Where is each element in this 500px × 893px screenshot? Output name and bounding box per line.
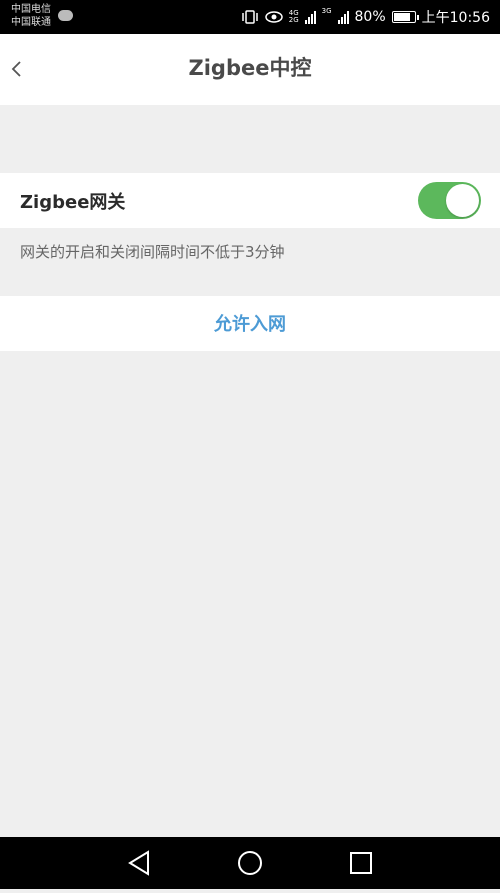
eye-icon	[265, 11, 283, 23]
carrier-2: 中国联通	[11, 16, 51, 29]
allow-join-label: 允许入网	[214, 310, 286, 336]
dual-network-labels: 4G 2G	[289, 10, 299, 24]
clock: 上午10:56	[422, 7, 490, 27]
network-type-3: 3G	[322, 8, 332, 15]
carrier-1: 中国电信	[11, 3, 51, 16]
page-title: Zigbee中控	[0, 52, 500, 82]
status-bar: 中国电信 中国联通 4G 2G 3G 80% 上午10:56	[0, 0, 500, 34]
app-header: Zigbee中控	[0, 34, 500, 105]
message-icon	[58, 10, 73, 21]
gateway-hint-text: 网关的开启和关闭间隔时间不低于3分钟	[20, 241, 285, 262]
battery-icon	[392, 11, 416, 23]
circle-home-icon	[220, 837, 280, 889]
allow-join-button[interactable]: 允许入网	[0, 296, 500, 351]
status-icons: 4G 2G 3G 80% 上午10:56	[241, 0, 490, 34]
system-navigation-bar	[0, 837, 500, 889]
gateway-label: Zigbee网关	[20, 188, 125, 214]
network-type-2: 2G	[289, 17, 299, 24]
nav-recents-button[interactable]	[331, 837, 391, 889]
carrier-info: 中国电信 中国联通	[11, 3, 51, 29]
battery-percent: 80%	[355, 9, 386, 25]
gateway-toggle[interactable]	[418, 182, 481, 219]
signal-icon-2	[338, 10, 349, 24]
signal-icon-1	[305, 10, 316, 24]
gateway-setting-row: Zigbee网关	[0, 173, 500, 228]
square-recents-icon	[331, 837, 391, 889]
vibrate-icon	[241, 10, 259, 24]
toggle-knob	[446, 184, 479, 217]
triangle-back-icon	[110, 837, 170, 889]
nav-home-button[interactable]	[220, 837, 280, 889]
nav-back-button[interactable]	[110, 837, 170, 889]
